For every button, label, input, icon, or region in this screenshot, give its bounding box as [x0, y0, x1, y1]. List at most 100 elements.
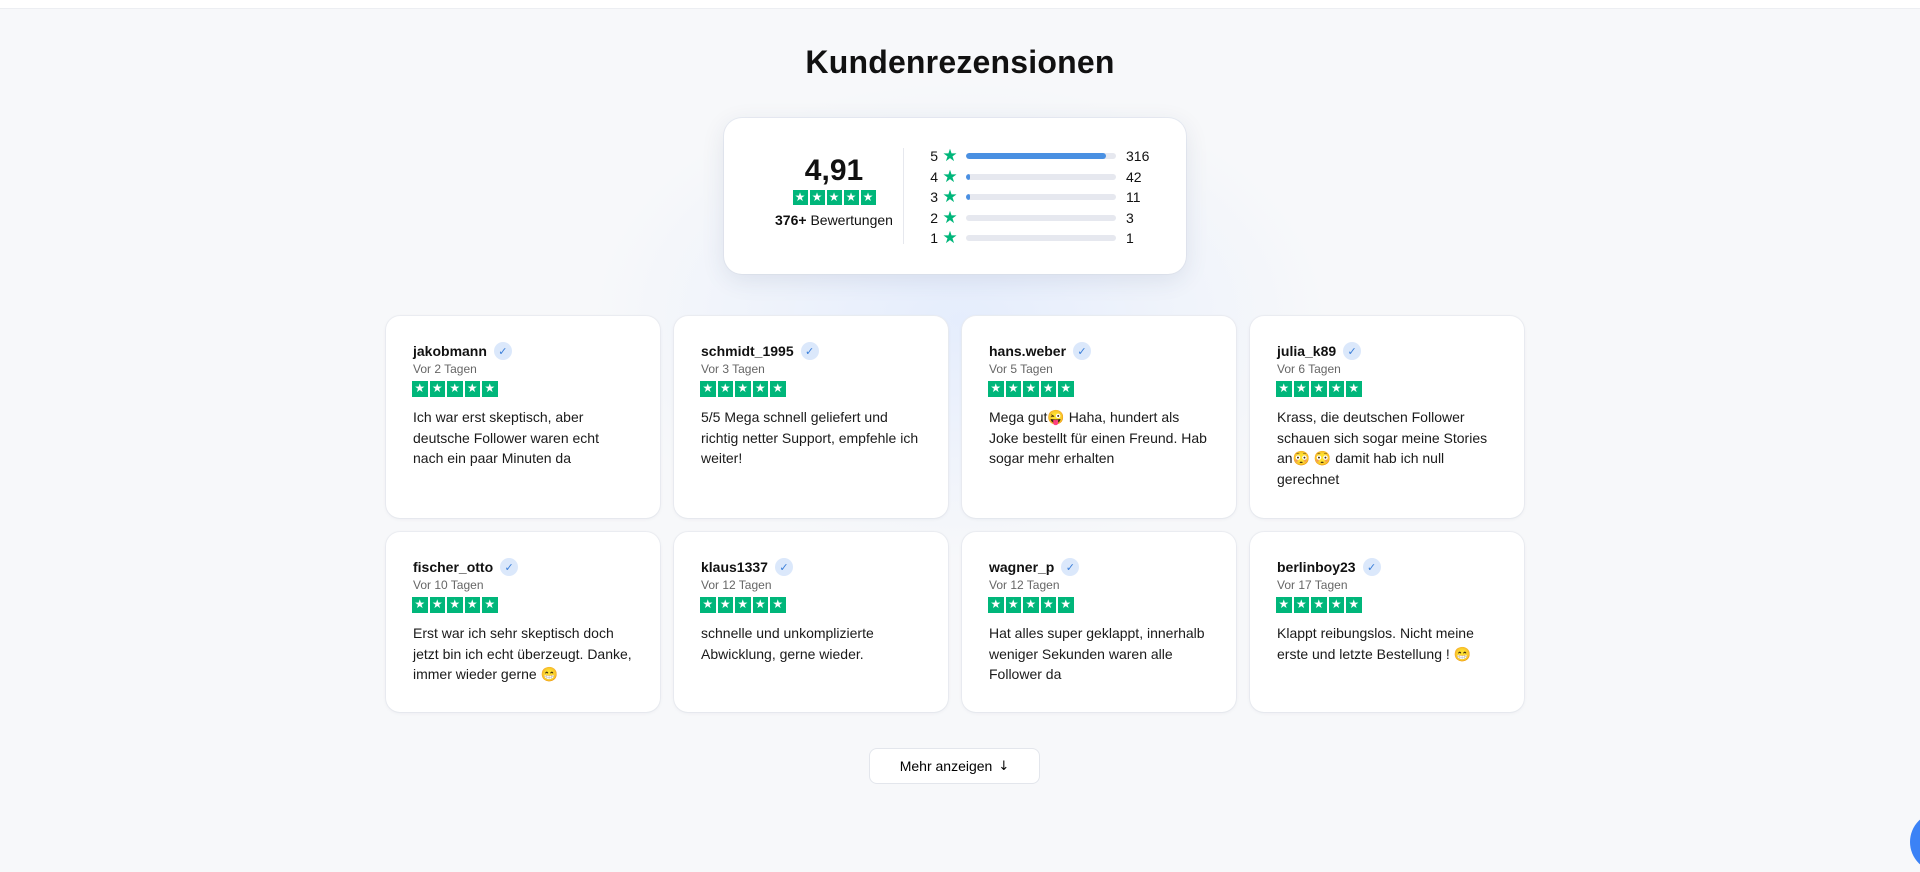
distribution-bar-fill [966, 153, 1106, 160]
verified-check-icon: ✓ [1061, 558, 1080, 576]
review-text: Hat alles super geklappt, innerhalb weni… [989, 625, 1205, 683]
review-header: jakobmann ✓ [413, 342, 633, 360]
review-text: Erst war ich sehr skeptisch doch jetzt b… [413, 625, 632, 683]
reviewer-name: berlinboy23 [1277, 559, 1356, 575]
review-stars: ★ ★ ★ ★ ★ [700, 597, 786, 613]
review-header: hans.weber ✓ [989, 342, 1209, 360]
review-card: hans.weber ✓ Vor 5 Tagen ★ ★ ★ ★ ★ Mega gut😜 Hah… [962, 316, 1236, 518]
distribution-bar-fill [966, 194, 970, 201]
star-icon: ★ [429, 597, 445, 613]
star-icon: ★ [942, 228, 958, 249]
rating-summary-card: 4,91 ★ ★ ★ ★ ★ 376+ Bewertungen 5 ★ 316 4 ★ 4… [724, 118, 1186, 274]
distribution-stars: 5 [930, 148, 938, 165]
star-icon: ★ [1346, 381, 1362, 397]
star-icon: ★ [447, 381, 463, 397]
star-icon: ★ [429, 381, 445, 397]
average-score: 4,91 [804, 154, 864, 187]
reviewer-name: hans.weber [989, 343, 1067, 359]
star-icon: ★ [735, 597, 751, 613]
distribution-bar-fill [966, 173, 970, 180]
star-icon: ★ [735, 381, 751, 397]
star-icon: ★ [482, 381, 498, 397]
reviewer-name: jakobmann [413, 343, 487, 359]
review-date: Vor 3 Tagen [701, 362, 765, 376]
review-stars: ★ ★ ★ ★ ★ [988, 597, 1074, 613]
star-icon: ★ [1005, 381, 1021, 397]
star-icon: ★ [1328, 597, 1344, 613]
review-header: wagner_p ✓ [989, 558, 1209, 576]
star-icon: ★ [770, 381, 786, 397]
review-card: jakobmann ✓ Vor 2 Tagen ★ ★ ★ ★ ★ Ich war erst s… [386, 316, 660, 518]
star-icon: ★ [1346, 597, 1362, 613]
summary-divider [903, 148, 904, 244]
review-header: klaus1337 ✓ [701, 558, 921, 576]
star-icon: ★ [1328, 381, 1344, 397]
review-stars: ★ ★ ★ ★ ★ [412, 381, 498, 397]
arrow-down-icon: ↓ [998, 758, 1010, 774]
star-icon: ★ [942, 166, 958, 187]
review-text: Krass, die deutschen Follower schauen si… [1277, 409, 1488, 487]
verified-check-icon: ✓ [500, 558, 519, 576]
star-icon: ★ [464, 381, 480, 397]
verified-check-icon: ✓ [1343, 342, 1362, 360]
reviewer-name: schmidt_1995 [701, 343, 794, 359]
distribution-count: 316 [1126, 148, 1150, 165]
rating-count-label: Bewertungen [806, 212, 893, 228]
distribution-stars: 1 [930, 230, 938, 247]
star-icon: ★ [1311, 381, 1327, 397]
review-card: fischer_otto ✓ Vor 10 Tagen ★ ★ ★ ★ ★ Erst war i… [386, 532, 660, 712]
distribution-bar [966, 173, 1116, 180]
distribution-count: 11 [1126, 189, 1141, 206]
star-icon: ★ [1005, 597, 1021, 613]
review-text: Klappt reibungslos. Nicht meine erste un… [1277, 625, 1474, 662]
star-icon: ★ [482, 597, 498, 613]
distribution-bar [966, 153, 1116, 160]
star-icon: ★ [988, 381, 1004, 397]
star-icon: ★ [1023, 381, 1039, 397]
rating-count-number: 376+ [775, 212, 807, 228]
distribution-row: 1 ★ 1 [928, 228, 1168, 249]
review-header: berlinboy23 ✓ [1277, 558, 1497, 576]
star-icon: ★ [700, 381, 716, 397]
star-icon: ★ [1293, 381, 1309, 397]
star-icon: ★ [860, 190, 876, 205]
review-card: berlinboy23 ✓ Vor 17 Tagen ★ ★ ★ ★ ★ Klappt reib… [1250, 532, 1524, 712]
star-icon: ★ [988, 597, 1004, 613]
review-stars: ★ ★ ★ ★ ★ [1276, 381, 1362, 397]
review-text: 5/5 Mega schnell geliefert und richtig n… [701, 409, 919, 467]
distribution-bar [966, 214, 1116, 221]
review-date: Vor 6 Tagen [1277, 362, 1341, 376]
star-icon: ★ [700, 597, 716, 613]
verified-check-icon: ✓ [1362, 558, 1381, 576]
show-more-button[interactable]: Mehr anzeigen ↓ [869, 748, 1040, 784]
star-icon: ★ [770, 597, 786, 613]
review-header: fischer_otto ✓ [413, 558, 633, 576]
star-icon: ★ [1276, 381, 1292, 397]
star-icon: ★ [412, 381, 428, 397]
distribution-stars: 4 [930, 168, 938, 185]
distribution-stars: 2 [930, 209, 938, 226]
review-card: schmidt_1995 ✓ Vor 3 Tagen ★ ★ ★ ★ ★ 5/5 Mega sc… [674, 316, 948, 518]
reviewer-name: julia_k89 [1277, 343, 1337, 359]
review-stars: ★ ★ ★ ★ ★ [412, 597, 498, 613]
star-icon: ★ [752, 597, 768, 613]
review-card: julia_k89 ✓ Vor 6 Tagen ★ ★ ★ ★ ★ Krass, die deu… [1250, 316, 1524, 518]
review-date: Vor 12 Tagen [989, 578, 1060, 592]
star-icon: ★ [1040, 381, 1056, 397]
rating-distribution: 5 ★ 316 4 ★ 42 3 ★ 11 2 ★ 3 1 ★ 1 [928, 146, 1168, 249]
review-stars: ★ ★ ★ ★ ★ [988, 381, 1074, 397]
star-icon: ★ [826, 190, 842, 205]
star-icon: ★ [464, 597, 480, 613]
review-text: Mega gut😜 Haha, hundert als Joke bestell… [989, 409, 1207, 467]
chat-icon[interactable] [1910, 812, 1920, 872]
distribution-count: 1 [1126, 230, 1134, 247]
overall-score: 4,91 ★ ★ ★ ★ ★ 376+ Bewertungen [754, 154, 914, 228]
review-card: wagner_p ✓ Vor 12 Tagen ★ ★ ★ ★ ★ Hat alles supe… [962, 532, 1236, 712]
rating-count: 376+ Bewertungen [754, 212, 914, 228]
star-icon: ★ [1058, 597, 1074, 613]
star-icon: ★ [752, 381, 768, 397]
top-header-strip [0, 0, 1920, 9]
star-icon: ★ [1058, 381, 1074, 397]
star-icon: ★ [942, 187, 958, 208]
verified-check-icon: ✓ [493, 342, 512, 360]
